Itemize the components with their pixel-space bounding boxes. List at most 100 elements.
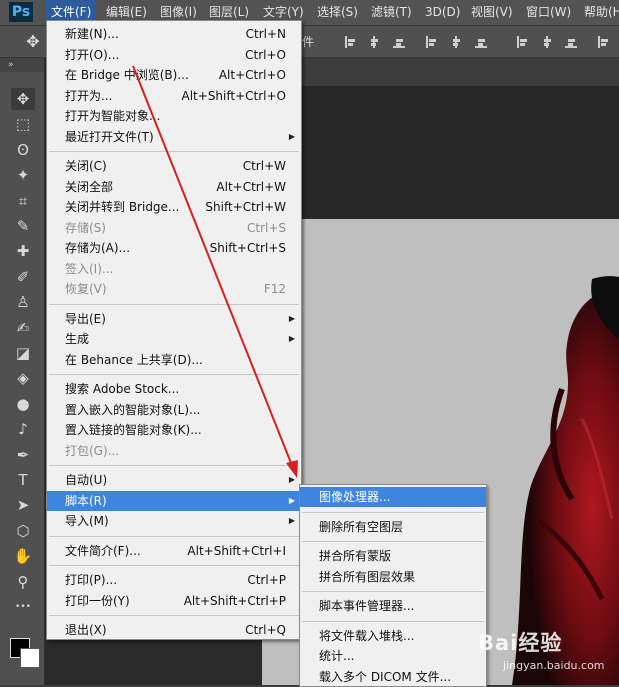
- file-menu-item[interactable]: 置入链接的智能对象(K)...: [47, 420, 301, 440]
- submenu-item-label: 拼合所有图层效果: [319, 570, 416, 584]
- file-menu-item[interactable]: 关闭并转到 Bridge... Shift+Ctrl+W: [47, 197, 301, 217]
- align-icon[interactable]: [368, 36, 380, 48]
- menubar-item-8[interactable]: 视图(V): [466, 0, 518, 25]
- script-submenu-item[interactable]: 图像处理器...: [300, 487, 486, 507]
- file-menu-item[interactable]: 打开为智能对象...: [47, 106, 301, 126]
- file-menu-item[interactable]: 退出(X) Ctrl+Q: [47, 620, 301, 640]
- app-logo[interactable]: Ps: [9, 2, 33, 22]
- script-submenu-item[interactable]: 统计...: [300, 646, 486, 666]
- stamp-icon[interactable]: ♙: [11, 291, 35, 313]
- menu-item-shortcut: Ctrl+W: [242, 159, 286, 173]
- menu-separator: [49, 374, 299, 375]
- more-tools-icon[interactable]: •••: [11, 596, 35, 618]
- align-icon[interactable]: [393, 36, 405, 48]
- file-menu-item[interactable]: 搜索 Adobe Stock...: [47, 379, 301, 399]
- background-color-swatch[interactable]: [20, 648, 40, 668]
- pen-icon[interactable]: ✒: [11, 444, 35, 466]
- menu-item-shortcut: Shift+Ctrl+S: [209, 241, 286, 255]
- dodge-icon[interactable]: ♪: [11, 418, 35, 440]
- submenu-separator: [302, 541, 484, 542]
- menubar-item-9[interactable]: 窗口(W): [521, 0, 576, 25]
- menu-item-shortcut: Alt+Shift+Ctrl+O: [181, 89, 286, 103]
- menu-item-label: 关闭并转到 Bridge...: [65, 200, 180, 214]
- document-tab-strip: [300, 58, 619, 86]
- file-menu-item[interactable]: 新建(N)... Ctrl+N: [47, 24, 301, 44]
- menu-item-label: 存储为(A)...: [65, 241, 131, 255]
- align-icon[interactable]: [517, 36, 529, 48]
- file-menu-item[interactable]: 文件简介(F)... Alt+Shift+Ctrl+I: [47, 541, 301, 561]
- path-select-icon[interactable]: ➤: [11, 494, 35, 516]
- file-menu-item[interactable]: 打印(P)... Ctrl+P: [47, 570, 301, 590]
- file-menu-item[interactable]: 打包(G)...: [47, 441, 301, 461]
- options-label: 件: [302, 35, 315, 49]
- menu-item-label: 打开为...: [65, 89, 113, 103]
- script-submenu-item[interactable]: 载入多个 DICOM 文件...: [300, 667, 486, 687]
- submenu-item-label: 拼合所有蒙版: [319, 549, 392, 563]
- script-submenu-item[interactable]: 脚本事件管理器...: [300, 596, 486, 616]
- file-menu-item[interactable]: 置入嵌入的智能对象(L)...: [47, 400, 301, 420]
- eyedropper-icon[interactable]: ✎: [11, 215, 35, 237]
- menu-item-label: 置入嵌入的智能对象(L)...: [65, 403, 201, 417]
- align-icon[interactable]: [450, 36, 462, 48]
- align-icon[interactable]: [345, 36, 357, 48]
- menu-item-shortcut: Alt+Shift+Ctrl+P: [183, 594, 286, 608]
- menu-item-label: 新建(N)...: [65, 27, 119, 41]
- menu-item-label: 打开为智能对象...: [65, 109, 161, 123]
- script-submenu-item[interactable]: 拼合所有图层效果: [300, 567, 486, 587]
- file-menu-item[interactable]: 存储(S) Ctrl+S: [47, 218, 301, 238]
- menubar-item-6[interactable]: 滤镜(T): [366, 0, 417, 25]
- file-menu-item[interactable]: 关闭(C) Ctrl+W: [47, 156, 301, 176]
- shape-icon[interactable]: ⬡: [11, 520, 35, 542]
- file-menu-item[interactable]: 签入(I)...: [47, 259, 301, 279]
- align-icon[interactable]: [475, 36, 487, 48]
- file-menu-item[interactable]: 导出(E) ▶: [47, 309, 301, 329]
- script-submenu-item[interactable]: 删除所有空图层: [300, 517, 486, 537]
- eraser-icon[interactable]: ◪: [11, 342, 35, 364]
- menu-item-label: 在 Bridge 中浏览(B)...: [65, 68, 189, 82]
- zoom-icon[interactable]: ⚲: [11, 571, 35, 593]
- file-menu-item[interactable]: 打印一份(Y) Alt+Shift+Ctrl+P: [47, 591, 301, 611]
- submenu-arrow-icon: ▶: [288, 132, 295, 141]
- lasso-icon[interactable]: ʘ: [11, 139, 35, 161]
- menu-separator: [49, 465, 299, 466]
- type-icon[interactable]: T: [11, 469, 35, 491]
- file-menu-item[interactable]: 关闭全部 Alt+Ctrl+W: [47, 177, 301, 197]
- file-menu-item[interactable]: 打开为... Alt+Shift+Ctrl+O: [47, 86, 301, 106]
- script-submenu-item[interactable]: 拼合所有蒙版: [300, 546, 486, 566]
- file-menu-item[interactable]: 生成 ▶: [47, 329, 301, 349]
- file-menu-item[interactable]: 恢复(V) F12: [47, 279, 301, 299]
- file-menu-item[interactable]: 最近打开文件(T) ▶: [47, 127, 301, 147]
- move-icon[interactable]: ✥: [11, 88, 35, 110]
- align-icon[interactable]: [598, 36, 610, 48]
- marquee-icon[interactable]: ⬚: [11, 113, 35, 135]
- file-menu-item[interactable]: 在 Behance 上共享(D)...: [47, 350, 301, 370]
- menubar-item-10[interactable]: 帮助(H: [579, 0, 619, 25]
- file-menu-item[interactable]: 自动(U) ▶: [47, 470, 301, 490]
- magic-wand-icon[interactable]: ✦: [11, 164, 35, 186]
- menu-item-shortcut: Alt+Ctrl+O: [218, 68, 286, 82]
- file-menu-item[interactable]: 存储为(A)... Shift+Ctrl+S: [47, 238, 301, 258]
- menubar-item-7[interactable]: 3D(D): [420, 0, 465, 25]
- menu-item-shortcut: Shift+Ctrl+W: [205, 200, 286, 214]
- script-submenu-item[interactable]: 将文件载入堆栈...: [300, 626, 486, 646]
- paint-bucket-icon[interactable]: ◈: [11, 367, 35, 389]
- align-icon[interactable]: [541, 36, 553, 48]
- file-menu-item[interactable]: 导入(M) ▶: [47, 511, 301, 531]
- submenu-arrow-icon: ▶: [288, 314, 295, 323]
- menu-item-shortcut: Ctrl+N: [245, 27, 286, 41]
- menubar-item-5[interactable]: 选择(S): [312, 0, 363, 25]
- hand-icon[interactable]: ✋: [11, 545, 35, 567]
- crop-icon[interactable]: ⌗: [11, 190, 35, 212]
- file-menu-item[interactable]: 打开(O)... Ctrl+O: [47, 45, 301, 65]
- healing-brush-icon[interactable]: ✚: [11, 240, 35, 262]
- file-menu-item[interactable]: 在 Bridge 中浏览(B)... Alt+Ctrl+O: [47, 65, 301, 85]
- move-tool-preset-icon[interactable]: ✥: [22, 31, 44, 53]
- history-brush-icon[interactable]: ✍: [11, 317, 35, 339]
- align-icon[interactable]: [565, 36, 577, 48]
- brush-icon[interactable]: ✐: [11, 266, 35, 288]
- submenu-arrow-icon: ▶: [288, 496, 295, 505]
- panel-collapse-icon[interactable]: »: [0, 58, 44, 72]
- file-menu-item[interactable]: 脚本(R) ▶: [47, 491, 301, 511]
- align-icon[interactable]: [426, 36, 438, 48]
- blur-icon[interactable]: ●: [11, 393, 35, 415]
